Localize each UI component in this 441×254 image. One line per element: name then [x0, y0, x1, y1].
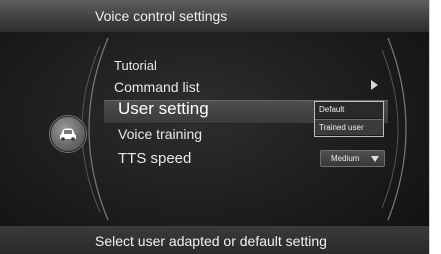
- option-default[interactable]: Default: [315, 102, 383, 118]
- menu-item-user-setting[interactable]: User setting: [118, 99, 209, 119]
- status-text: Select user adapted or default setting: [95, 233, 327, 249]
- car-button[interactable]: [50, 116, 86, 152]
- screen: Voice control settings Tutorial Command …: [0, 0, 429, 254]
- car-icon: [60, 128, 76, 141]
- menu-item-tutorial[interactable]: Tutorial: [114, 58, 157, 73]
- title-bar: Voice control settings: [0, 0, 429, 32]
- user-setting-dropdown[interactable]: Default Trained user: [314, 101, 384, 137]
- tts-speed-value: Medium: [331, 154, 360, 163]
- tts-speed-select[interactable]: Medium: [320, 150, 385, 167]
- menu-item-voice-training[interactable]: Voice training: [118, 126, 202, 142]
- chevron-right-icon: [371, 80, 378, 90]
- menu-item-command-list[interactable]: Command list: [114, 79, 200, 95]
- page-title: Voice control settings: [95, 8, 228, 24]
- option-trained-user[interactable]: Trained user: [315, 119, 383, 135]
- right-margin: [429, 0, 441, 254]
- right-arc-decoration: [380, 32, 429, 226]
- menu-item-tts-speed[interactable]: TTS speed: [118, 150, 191, 167]
- status-bar: Select user adapted or default setting: [0, 226, 429, 254]
- caret-down-icon: [371, 156, 379, 162]
